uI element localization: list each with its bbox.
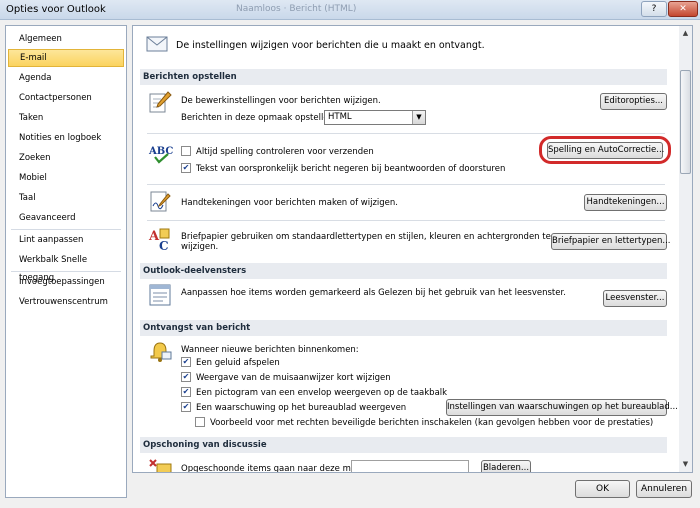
scroll-thumb[interactable] [680,70,691,174]
cleanup-folder-input[interactable] [351,460,469,472]
sidebar-item-notes[interactable]: Notities en logboek [8,129,124,147]
taskbar-envelope-label: Een pictogram van een envelop weergeven … [196,388,448,398]
stationery-fonts-button[interactable]: Briefpapier en lettertypen... [551,233,670,250]
content-scrollbar[interactable]: ▲ ▼ [679,25,693,473]
spell-check-label: Altijd spelling controleren voor verzend… [196,147,374,157]
divider [147,220,665,221]
edit-pen-icon [149,91,172,113]
editor-options-button[interactable]: Editoropties... [600,93,667,110]
sidebar-item-quick-access-toolbar[interactable]: Werkbalk Snelle toegang [8,251,124,283]
signatures-text: Handtekeningen voor berichten maken of w… [181,198,398,208]
page-intro: De instellingen wijzigen voor berichten … [176,40,485,51]
play-sound-label: Een geluid afspelen [196,358,280,368]
rights-preview-label: Voorbeeld voor met rechten beveiligde be… [210,418,654,428]
divider [147,184,665,185]
stationery-text-line2: wijzigen. [181,242,219,252]
help-button[interactable]: ? [641,1,667,17]
desktop-alert-checkbox[interactable]: ✔ [181,402,191,412]
sidebar-divider [11,271,121,272]
reading-pane-button[interactable]: Leesvenster... [603,290,667,307]
compose-format-label: Berichten in deze opmaak opstellen [181,113,334,123]
section-message-arrival: Ontvangst van bericht [140,320,667,336]
sidebar-divider [11,229,121,230]
spelling-autocorrect-button[interactable]: Spelling en AutoCorrectie... [547,142,664,159]
signatures-button[interactable]: Handtekeningen... [584,194,667,211]
svg-text:C: C [159,239,169,253]
scroll-up-arrow-icon[interactable]: ▲ [680,27,691,40]
ok-button[interactable]: OK [575,480,630,498]
bell-notification-icon [150,342,172,362]
spell-check-checkbox[interactable] [181,146,191,156]
edit-settings-text: De bewerkinstellingen voor berichten wij… [181,96,381,106]
sidebar-item-language[interactable]: Taal [8,189,124,207]
sidebar-item-trust-center[interactable]: Vertrouwenscentrum [8,293,124,311]
reading-pane-icon [149,284,171,306]
spelling-abc-icon: ABC [148,146,173,164]
signature-icon [150,191,171,212]
sidebar-item-mobile[interactable]: Mobiel [8,169,124,187]
sidebar-item-advanced[interactable]: Geavanceerd [8,209,124,227]
section-outlook-panes: Outlook-deelvensters [140,263,667,279]
sidebar-item-email[interactable]: E-mail [8,49,124,67]
ignore-original-label: Tekst van oorspronkelijk bericht negeren… [196,164,506,174]
sidebar-item-search[interactable]: Zoeken [8,149,124,167]
rights-preview-checkbox[interactable] [195,417,205,427]
section-conversation-cleanup: Opschoning van discussie [140,437,667,453]
change-cursor-label: Weergave van de muisaanwijzer kort wijzi… [196,373,391,383]
ignore-original-checkbox[interactable]: ✔ [181,163,191,173]
taskbar-envelope-checkbox[interactable]: ✔ [181,387,191,397]
divider [147,133,665,134]
browse-folder-button[interactable]: Bladeren... [481,460,531,472]
section-compose-messages: Berichten opstellen [140,69,667,85]
stationery-fonts-icon: A C [148,228,170,253]
compose-format-select[interactable]: HTML ▼ [324,110,426,125]
options-sidebar: Algemeen E-mail Agenda Contactpersonen T… [5,25,127,498]
change-cursor-checkbox[interactable]: ✔ [181,372,191,382]
envelope-icon [146,36,168,52]
desktop-alert-settings-button[interactable]: Instellingen van waarschuwingen op het b… [446,399,678,416]
cancel-button[interactable]: Annuleren [636,480,692,498]
chevron-down-icon[interactable]: ▼ [412,111,425,124]
compose-format-value: HTML [328,112,352,122]
reading-pane-text: Aanpassen hoe items worden gemarkeerd al… [181,288,566,298]
close-button[interactable]: ✕ [668,1,698,17]
sidebar-item-customize-ribbon[interactable]: Lint aanpassen [8,231,124,249]
sidebar-item-tasks[interactable]: Taken [8,109,124,127]
sidebar-item-general[interactable]: Algemeen [8,30,124,48]
cleanup-folder-icon [149,459,172,472]
desktop-alert-label: Een waarschuwing op het bureaublad weerg… [196,403,407,413]
sidebar-item-calendar[interactable]: Agenda [8,69,124,87]
stationery-text-line1: Briefpapier gebruiken om standaardletter… [181,232,551,242]
options-content: De instellingen wijzigen voor berichten … [132,25,680,473]
play-sound-checkbox[interactable]: ✔ [181,357,191,367]
scroll-down-arrow-icon[interactable]: ▼ [680,458,691,471]
background-window-title: Naamloos · Bericht (HTML) [236,4,357,14]
sidebar-item-add-ins[interactable]: Invoegtoepassingen [8,273,124,291]
arrival-intro: Wanneer nieuwe berichten binnenkomen: [181,345,359,355]
window-title: Opties voor Outlook [6,4,106,15]
sidebar-item-contacts[interactable]: Contactpersonen [8,89,124,107]
svg-text:ABC: ABC [148,146,173,157]
title-bar: Opties voor Outlook Naamloos · Bericht (… [0,0,700,20]
cleanup-folder-label: Opgeschoonde items gaan naar deze map: [181,464,365,473]
